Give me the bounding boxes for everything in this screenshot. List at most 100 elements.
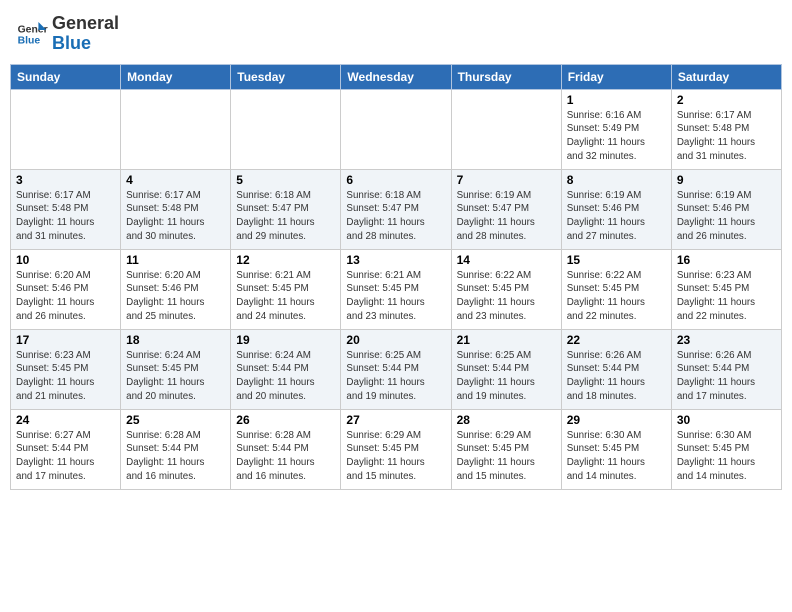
- cell-date-number: 26: [236, 413, 335, 427]
- calendar-cell: 29Sunrise: 6:30 AMSunset: 5:45 PMDayligh…: [561, 409, 671, 489]
- calendar-cell: 21 Sunrise: 6:25 AMSunset: 5:44 PMDayligh…: [451, 329, 561, 409]
- cell-info-text: Sunrise: 6:24 AMSunset: 5:44 PMDaylight:…: [236, 349, 335, 404]
- cell-date-number: 27: [346, 413, 445, 427]
- calendar-cell: [451, 89, 561, 169]
- calendar-week-row: 17Sunrise: 6:23 AMSunset: 5:45 PMDayligh…: [11, 329, 782, 409]
- calendar-cell: 16 Sunrise: 6:23 AMSunset: 5:45 PMDayligh…: [671, 249, 781, 329]
- weekday-header-tuesday: Tuesday: [231, 64, 341, 89]
- weekday-header-thursday: Thursday: [451, 64, 561, 89]
- cell-date-number: 28: [457, 413, 556, 427]
- calendar-cell: [121, 89, 231, 169]
- calendar-cell: 10 Sunrise: 6:20 AMSunset: 5:46 PMDayligh…: [11, 249, 121, 329]
- cell-info-text: Sunrise: 6:30 AMSunset: 5:45 PMDaylight:…: [677, 429, 776, 484]
- logo: General Blue General Blue: [16, 14, 119, 54]
- weekday-header-monday: Monday: [121, 64, 231, 89]
- calendar-cell: 7 Sunrise: 6:19 AMSunset: 5:47 PMDaylight…: [451, 169, 561, 249]
- cell-date-number: 7: [457, 173, 556, 187]
- cell-info-text: Sunrise: 6:22 AMSunset: 5:45 PMDaylight:…: [567, 269, 666, 324]
- calendar-cell: 22 Sunrise: 6:26 AMSunset: 5:44 PMDayligh…: [561, 329, 671, 409]
- cell-info-text: Sunrise: 6:26 AMSunset: 5:44 PMDaylight:…: [567, 349, 666, 404]
- calendar-cell: 12Sunrise: 6:21 AMSunset: 5:45 PMDayligh…: [231, 249, 341, 329]
- cell-date-number: 6: [346, 173, 445, 187]
- cell-date-number: 2: [677, 93, 776, 107]
- cell-info-text: Sunrise: 6:28 AMSunset: 5:44 PMDaylight:…: [126, 429, 225, 484]
- cell-info-text: Sunrise: 6:25 AMSunset: 5:44 PMDaylight:…: [457, 349, 556, 404]
- calendar-cell: 25 Sunrise: 6:28 AMSunset: 5:44 PMDayligh…: [121, 409, 231, 489]
- calendar-cell: 23 Sunrise: 6:26 AMSunset: 5:44 PMDayligh…: [671, 329, 781, 409]
- weekday-header-row: SundayMondayTuesdayWednesdayThursdayFrid…: [11, 64, 782, 89]
- cell-info-text: Sunrise: 6:23 AMSunset: 5:45 PMDaylight:…: [677, 269, 776, 324]
- cell-date-number: 1: [567, 93, 666, 107]
- cell-date-number: 4: [126, 173, 225, 187]
- cell-date-number: 19: [236, 333, 335, 347]
- cell-info-text: Sunrise: 6:22 AMSunset: 5:45 PMDaylight:…: [457, 269, 556, 324]
- cell-date-number: 16: [677, 253, 776, 267]
- weekday-header-wednesday: Wednesday: [341, 64, 451, 89]
- cell-info-text: Sunrise: 6:18 AMSunset: 5:47 PMDaylight:…: [346, 189, 445, 244]
- cell-info-text: Sunrise: 6:19 AMSunset: 5:47 PMDaylight:…: [457, 189, 556, 244]
- cell-date-number: 11: [126, 253, 225, 267]
- cell-info-text: Sunrise: 6:21 AMSunset: 5:45 PMDaylight:…: [346, 269, 445, 324]
- cell-date-number: 25: [126, 413, 225, 427]
- cell-info-text: Sunrise: 6:25 AMSunset: 5:44 PMDaylight:…: [346, 349, 445, 404]
- cell-date-number: 3: [16, 173, 115, 187]
- cell-info-text: Sunrise: 6:23 AMSunset: 5:45 PMDaylight:…: [16, 349, 115, 404]
- cell-info-text: Sunrise: 6:24 AMSunset: 5:45 PMDaylight:…: [126, 349, 225, 404]
- cell-date-number: 23: [677, 333, 776, 347]
- logo-icon: General Blue: [16, 18, 48, 50]
- calendar-cell: [341, 89, 451, 169]
- cell-date-number: 5: [236, 173, 335, 187]
- calendar-cell: 15 Sunrise: 6:22 AMSunset: 5:45 PMDayligh…: [561, 249, 671, 329]
- cell-info-text: Sunrise: 6:16 AMSunset: 5:49 PMDaylight:…: [567, 109, 666, 164]
- page-header: General Blue General Blue: [10, 10, 782, 58]
- calendar-cell: 2Sunrise: 6:17 AMSunset: 5:48 PMDaylight…: [671, 89, 781, 169]
- cell-info-text: Sunrise: 6:27 AMSunset: 5:44 PMDaylight:…: [16, 429, 115, 484]
- calendar-cell: 1 Sunrise: 6:16 AMSunset: 5:49 PMDaylight…: [561, 89, 671, 169]
- cell-date-number: 20: [346, 333, 445, 347]
- weekday-header-friday: Friday: [561, 64, 671, 89]
- cell-info-text: Sunrise: 6:20 AMSunset: 5:46 PMDaylight:…: [16, 269, 115, 324]
- cell-date-number: 18: [126, 333, 225, 347]
- cell-date-number: 21: [457, 333, 556, 347]
- calendar-table: SundayMondayTuesdayWednesdayThursdayFrid…: [10, 64, 782, 490]
- calendar-cell: [231, 89, 341, 169]
- cell-info-text: Sunrise: 6:18 AMSunset: 5:47 PMDaylight:…: [236, 189, 335, 244]
- cell-info-text: Sunrise: 6:20 AMSunset: 5:46 PMDaylight:…: [126, 269, 225, 324]
- cell-date-number: 12: [236, 253, 335, 267]
- cell-info-text: Sunrise: 6:26 AMSunset: 5:44 PMDaylight:…: [677, 349, 776, 404]
- cell-date-number: 9: [677, 173, 776, 187]
- cell-date-number: 13: [346, 253, 445, 267]
- cell-date-number: 22: [567, 333, 666, 347]
- calendar-week-row: 24 Sunrise: 6:27 AMSunset: 5:44 PMDayligh…: [11, 409, 782, 489]
- calendar-cell: 20 Sunrise: 6:25 AMSunset: 5:44 PMDayligh…: [341, 329, 451, 409]
- cell-date-number: 29: [567, 413, 666, 427]
- calendar-week-row: 3 Sunrise: 6:17 AMSunset: 5:48 PMDaylight…: [11, 169, 782, 249]
- calendar-cell: 8Sunrise: 6:19 AMSunset: 5:46 PMDaylight…: [561, 169, 671, 249]
- cell-date-number: 30: [677, 413, 776, 427]
- calendar-cell: 11 Sunrise: 6:20 AMSunset: 5:46 PMDayligh…: [121, 249, 231, 329]
- calendar-cell: 4 Sunrise: 6:17 AMSunset: 5:48 PMDaylight…: [121, 169, 231, 249]
- calendar-cell: 14 Sunrise: 6:22 AMSunset: 5:45 PMDayligh…: [451, 249, 561, 329]
- calendar-cell: 27 Sunrise: 6:29 AMSunset: 5:45 PMDayligh…: [341, 409, 451, 489]
- cell-info-text: Sunrise: 6:29 AMSunset: 5:45 PMDaylight:…: [346, 429, 445, 484]
- calendar-cell: 30 Sunrise: 6:30 AMSunset: 5:45 PMDayligh…: [671, 409, 781, 489]
- calendar-cell: 3Sunrise: 6:17 AMSunset: 5:48 PMDaylight…: [11, 169, 121, 249]
- cell-info-text: Sunrise: 6:19 AMSunset: 5:46 PMDaylight:…: [677, 189, 776, 244]
- svg-text:Blue: Blue: [18, 35, 41, 46]
- calendar-cell: 19 Sunrise: 6:24 AMSunset: 5:44 PMDayligh…: [231, 329, 341, 409]
- calendar-cell: 17Sunrise: 6:23 AMSunset: 5:45 PMDayligh…: [11, 329, 121, 409]
- calendar-cell: 9 Sunrise: 6:19 AMSunset: 5:46 PMDaylight…: [671, 169, 781, 249]
- calendar-week-row: 10 Sunrise: 6:20 AMSunset: 5:46 PMDayligh…: [11, 249, 782, 329]
- cell-date-number: 10: [16, 253, 115, 267]
- calendar-cell: 28 Sunrise: 6:29 AMSunset: 5:45 PMDayligh…: [451, 409, 561, 489]
- weekday-header-saturday: Saturday: [671, 64, 781, 89]
- cell-date-number: 15: [567, 253, 666, 267]
- cell-date-number: 14: [457, 253, 556, 267]
- calendar-cell: 18 Sunrise: 6:24 AMSunset: 5:45 PMDayligh…: [121, 329, 231, 409]
- logo-text-blue: Blue: [52, 34, 119, 54]
- cell-date-number: 24: [16, 413, 115, 427]
- cell-info-text: Sunrise: 6:17 AMSunset: 5:48 PMDaylight:…: [126, 189, 225, 244]
- cell-info-text: Sunrise: 6:29 AMSunset: 5:45 PMDaylight:…: [457, 429, 556, 484]
- weekday-header-sunday: Sunday: [11, 64, 121, 89]
- calendar-cell: 26Sunrise: 6:28 AMSunset: 5:44 PMDayligh…: [231, 409, 341, 489]
